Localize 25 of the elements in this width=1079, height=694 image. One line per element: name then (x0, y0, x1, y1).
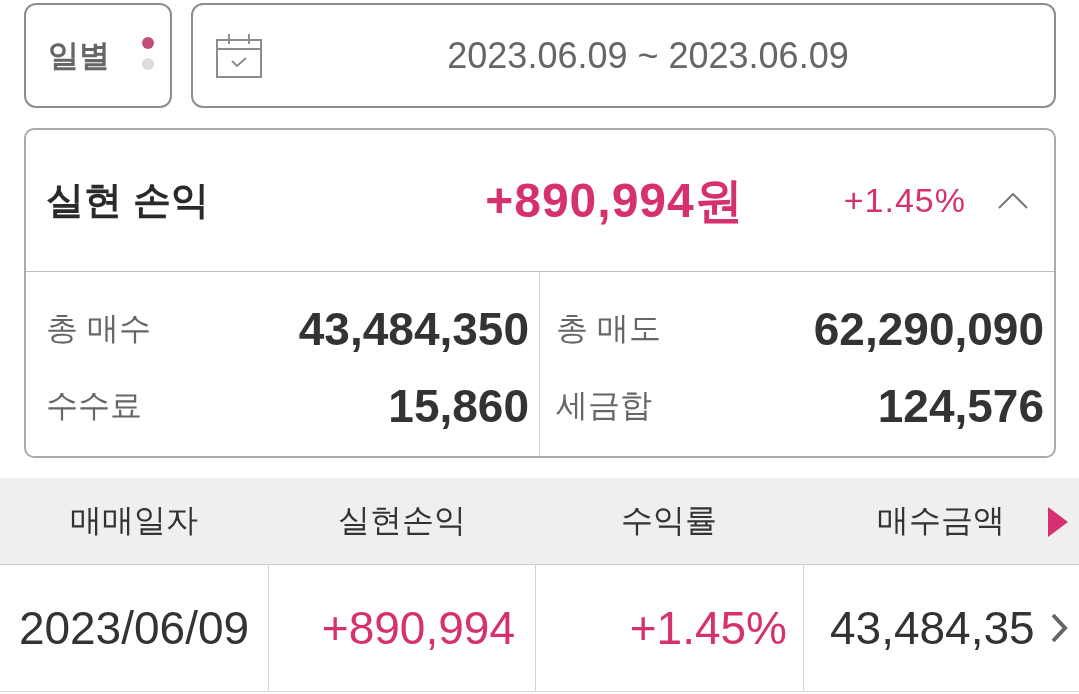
period-toggle-button[interactable]: 일별 (24, 3, 172, 108)
stat-value: 62,290,090 (813, 301, 1044, 356)
column-header: 매매일자 (70, 502, 198, 538)
stat-label: 총 매수 (46, 308, 151, 348)
column-header: 실현손익 (337, 502, 466, 538)
table-cell: +890,994 (268, 565, 535, 691)
stat-value: 124,576 (877, 378, 1044, 433)
profit-amount: +890,994원 (485, 172, 744, 229)
column-header: 수익률 (621, 502, 717, 538)
calendar-icon (216, 33, 262, 78)
summary-title: 실현 손익 (46, 178, 209, 223)
table-cell: +1.45% (535, 565, 803, 691)
chevron-up-icon[interactable] (998, 192, 1028, 209)
stat-label: 수수료 (46, 385, 142, 425)
table-cell-text: 2023/06/09 (17, 601, 251, 656)
table-cell: 43,484,35 (803, 565, 1079, 691)
chevron-right-icon[interactable] (1049, 611, 1069, 645)
stat-label: 총 매도 (556, 308, 661, 348)
date-range-field[interactable]: 2023.06.09 ~ 2023.06.09 (191, 3, 1056, 108)
stat-value: 15,860 (388, 378, 529, 433)
stat-value: 43,484,350 (298, 301, 529, 356)
triangle-right-icon[interactable] (1048, 507, 1068, 537)
column-header: 매수금액 (877, 502, 1005, 538)
stat-label: 세금합 (556, 385, 652, 425)
profit-rate: +1.45% (843, 181, 966, 220)
